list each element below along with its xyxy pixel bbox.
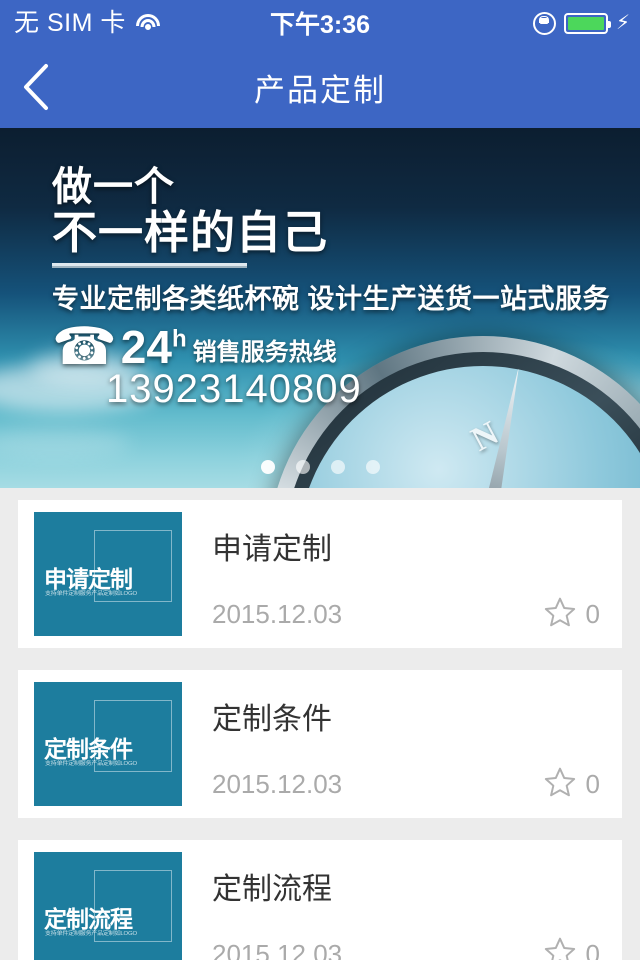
banner-pagination: [0, 460, 640, 474]
wifi-icon: [135, 13, 161, 33]
pagination-dot[interactable]: [260, 460, 275, 474]
list-item-thumbnail: 申请定制 支持单件定制服务产品定制如LOGO: [34, 512, 182, 636]
list-item[interactable]: 定制流程 支持单件定制服务产品定制如LOGO 定制流程 2015.12.03 0: [18, 840, 622, 960]
page-title: 产品定制: [254, 72, 386, 108]
promo-banner[interactable]: N E W 做一个 不一样的自己 专业定制各类纸杯碗 设计生产送货一站式服务 ☎…: [0, 128, 640, 488]
list-item-thumbnail: 定制流程 支持单件定制服务产品定制如LOGO: [34, 852, 182, 960]
chevron-left-icon: [21, 62, 51, 112]
star-outline-icon: [543, 595, 577, 634]
banner-hotline: ☎ 24h 销售服务热线: [52, 317, 610, 376]
favorite-control[interactable]: 0: [543, 595, 600, 634]
list-item-date: 2015.12.03: [212, 769, 343, 799]
pagination-dot[interactable]: [365, 460, 380, 474]
list-item-body: 定制条件 2015.12.03 0: [182, 682, 606, 806]
lightning-bolt-icon: ⚡: [615, 12, 630, 34]
carrier-label: 无 SIM 卡: [14, 8, 126, 37]
list-item-date: 2015.12.03: [212, 939, 343, 960]
list-item-title: 申请定制: [212, 533, 332, 566]
banner-phone-number[interactable]: 13923140809: [106, 367, 610, 412]
status-bar-left: 无 SIM 卡: [0, 8, 161, 37]
banner-hours: 24h: [120, 320, 187, 373]
thumbnail-subtitle: 支持单件定制服务产品定制如LOGO: [45, 591, 137, 597]
banner-divider: [52, 262, 247, 268]
status-bar-right: ⚡: [532, 11, 640, 35]
list-item-body: 定制流程 2015.12.03 0: [182, 852, 606, 960]
thumbnail-subtitle: 支持单件定制服务产品定制如LOGO: [45, 931, 137, 937]
banner-headline-line2: 不一样的自己: [52, 207, 329, 259]
banner-hotline-label: 销售服务热线: [192, 338, 337, 366]
list-item[interactable]: 定制条件 支持单件定制服务产品定制如LOGO 定制条件 2015.12.03 0: [18, 670, 622, 818]
list-item-body: 申请定制 2015.12.03 0: [182, 512, 606, 636]
banner-subheadline: 专业定制各类纸杯碗 设计生产送货一站式服务: [52, 283, 611, 314]
custom-item-list: 申请定制 支持单件定制服务产品定制如LOGO 申请定制 2015.12.03 0: [0, 488, 640, 960]
thumbnail-subtitle: 支持单件定制服务产品定制如LOGO: [45, 761, 137, 767]
phone-icon: ☎: [52, 317, 117, 376]
banner-copy: 做一个 不一样的自己 专业定制各类纸杯碗 设计生产送货一站式服务 ☎ 24h 销…: [52, 165, 611, 412]
back-button[interactable]: [0, 46, 72, 128]
favorite-control[interactable]: 0: [543, 935, 600, 960]
pagination-dot[interactable]: [330, 460, 345, 474]
star-outline-icon: [543, 765, 577, 804]
list-item[interactable]: 申请定制 支持单件定制服务产品定制如LOGO 申请定制 2015.12.03 0: [18, 500, 622, 648]
favorite-count: 0: [585, 939, 600, 960]
battery-icon: [563, 12, 611, 34]
list-item-thumbnail: 定制条件 支持单件定制服务产品定制如LOGO: [34, 682, 182, 806]
banner-headline-line1: 做一个: [52, 165, 175, 209]
status-bar: 无 SIM 卡 下午3:36 ⚡: [0, 0, 640, 46]
banner-headline: 做一个 不一样的自己: [52, 165, 610, 259]
nav-bar: 产品定制: [0, 46, 640, 128]
favorite-control[interactable]: 0: [543, 765, 600, 804]
rotation-lock-icon: [532, 11, 556, 35]
favorite-count: 0: [585, 769, 600, 799]
list-item-title: 定制流程: [212, 873, 332, 906]
app-screen: 无 SIM 卡 下午3:36 ⚡ 产品定制 N 做一个 不一样的自己 专业定制各…: [0, 0, 640, 960]
pagination-dot[interactable]: [295, 460, 310, 474]
star-outline-icon: [543, 935, 577, 960]
list-item-title: 定制条件: [212, 703, 332, 736]
list-item-date: 2015.12.03: [212, 599, 343, 629]
favorite-count: 0: [585, 599, 600, 629]
